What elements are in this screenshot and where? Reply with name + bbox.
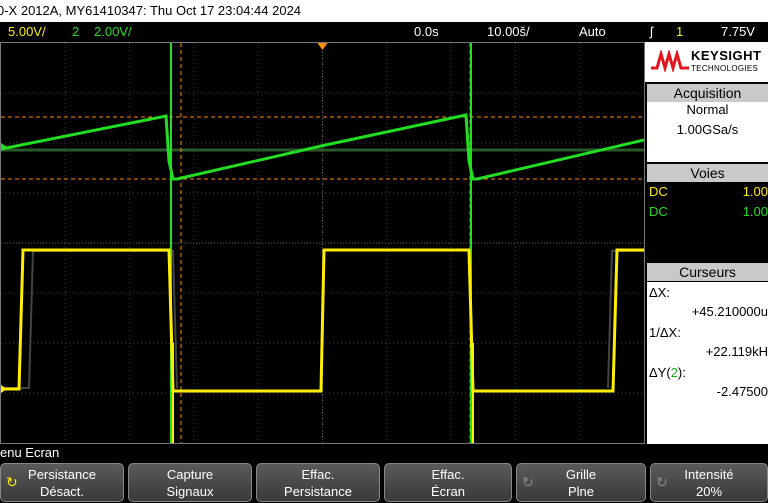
cursor-dy-prefix: ΔY( bbox=[649, 365, 671, 380]
ch1-ghost-trace bbox=[1, 250, 178, 389]
channel-2-coupling: DC bbox=[649, 204, 668, 219]
softkey-3-line2: Persistance bbox=[284, 484, 352, 499]
brand-subtitle: TECHNOLOGIES bbox=[691, 64, 759, 73]
intensity-softkey[interactable]: ↻ Intensité 20% bbox=[650, 463, 768, 502]
clear-screen-softkey[interactable]: Effac. Écran bbox=[384, 463, 512, 502]
capture-signals-softkey[interactable]: Capture Signaux bbox=[128, 463, 252, 502]
softkey-5-line1: Grille bbox=[565, 467, 597, 482]
side-panel: KEYSIGHT TECHNOLOGIES Acquisition Normal… bbox=[645, 42, 768, 444]
softkey-6-line2: 20% bbox=[695, 484, 723, 499]
channel-1-value: 1.00 bbox=[742, 184, 768, 199]
trigger-mode[interactable]: Auto bbox=[579, 22, 606, 42]
brand-name: KEYSIGHT bbox=[691, 48, 762, 63]
trigger-edge-icon: ʃ bbox=[650, 24, 653, 39]
softkey-2-line1: Capture bbox=[166, 467, 214, 482]
cursor-dx-value: +45.210000u bbox=[691, 304, 768, 319]
softkey-bar: ↻ Persistance Désact. Capture Signaux Ef… bbox=[0, 462, 768, 503]
cursors-header: Curseurs bbox=[647, 263, 768, 281]
softkey-1-line1: Persistance bbox=[28, 467, 96, 482]
ch2-number: 2 bbox=[72, 24, 80, 39]
softkey-1-line2: Désact. bbox=[39, 484, 85, 499]
channel-2-row[interactable]: DC 1.00 bbox=[647, 203, 768, 221]
trigger-source: 1 bbox=[676, 24, 684, 39]
softkey-5-line2: Plne bbox=[567, 484, 595, 499]
time-scale[interactable]: 10.00š/ bbox=[487, 22, 530, 42]
persistence-softkey[interactable]: ↻ Persistance Désact. bbox=[0, 463, 124, 502]
channel-1-coupling: DC bbox=[649, 184, 668, 199]
acquisition-mode: Normal bbox=[686, 102, 729, 117]
channels-header: Voies bbox=[647, 164, 768, 182]
channel-1-row[interactable]: DC 1.00 bbox=[647, 183, 768, 201]
softkey-4-line1: Effac. bbox=[431, 467, 465, 482]
ch1-scale[interactable]: 5.00V/ bbox=[8, 22, 46, 42]
keysight-logo: KEYSIGHT TECHNOLOGIES bbox=[645, 42, 768, 82]
cursor-dx-label: ΔX: bbox=[649, 285, 670, 300]
trigger-level[interactable]: 7.75V bbox=[721, 22, 755, 42]
ch1-trace bbox=[1, 248, 644, 393]
channel-2-value: 1.00 bbox=[742, 204, 768, 219]
cursor-dy-value: -2.47500 bbox=[716, 384, 768, 399]
ch2-scale[interactable]: 2.00V/ bbox=[94, 22, 132, 42]
cursor-dy-label: ΔY(2): bbox=[647, 365, 768, 380]
cursor-inv-dx-label: 1/ΔX: bbox=[649, 325, 681, 340]
softkey-6-line1: Intensité bbox=[684, 467, 734, 482]
window-title-bar: 0-X 2012A, MY61410347: Thu Oct 17 23:04:… bbox=[0, 0, 768, 22]
ch1-ground-marker bbox=[1, 385, 7, 393]
softkey-2-line2: Signaux bbox=[166, 484, 214, 499]
status-bar: 5.00V/ 2 2.00V/ 0.0s 10.00š/ Auto ʃ 1 7.… bbox=[0, 22, 768, 42]
window-title: 0-X 2012A, MY61410347: Thu Oct 17 23:04:… bbox=[0, 3, 302, 18]
softkey-4-line2: Écran bbox=[431, 484, 465, 499]
clear-persistence-softkey[interactable]: Effac. Persistance bbox=[256, 463, 380, 502]
keysight-wave-icon bbox=[651, 50, 689, 72]
softkey-3-line1: Effac. bbox=[301, 467, 335, 482]
acquisition-header: Acquisition bbox=[647, 84, 768, 102]
cursor-dy-channel: 2 bbox=[670, 365, 678, 380]
trigger-delay-marker bbox=[317, 43, 328, 50]
menu-title: enu Ecran bbox=[0, 445, 60, 460]
cursor-dy-suffix: ): bbox=[677, 365, 686, 380]
acquisition-rate: 1.00GSa/s bbox=[676, 122, 739, 137]
waveform-display[interactable] bbox=[0, 42, 645, 444]
cursor-inv-dx-value: +22.119kH bbox=[705, 344, 768, 359]
time-delay[interactable]: 0.0s bbox=[414, 22, 439, 42]
grid-softkey[interactable]: ↻ Grille Plne bbox=[516, 463, 646, 502]
